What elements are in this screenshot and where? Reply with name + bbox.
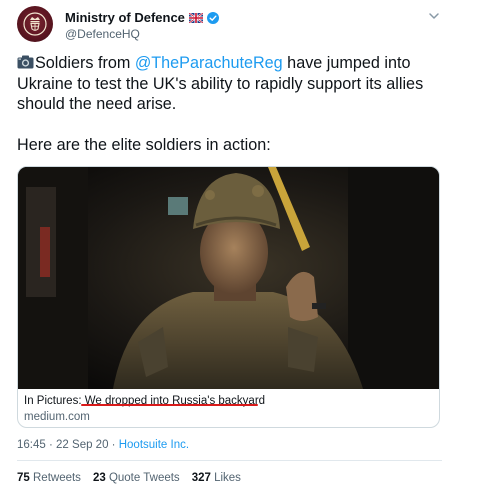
tweet: Ministry of Defence @DefenceHQ Soldiers … bbox=[0, 0, 482, 500]
card-domain: medium.com bbox=[24, 411, 90, 423]
card-image-soldier-photo[interactable] bbox=[18, 167, 440, 389]
tweet-text-before-mention: Soldiers from bbox=[35, 54, 135, 72]
avatar[interactable] bbox=[17, 6, 53, 42]
quote-tweets-stat[interactable]: 23 Quote Tweets bbox=[93, 472, 180, 484]
tweet-source[interactable]: Hootsuite Inc. bbox=[119, 439, 189, 451]
union-jack-flag-icon bbox=[188, 12, 203, 23]
divider bbox=[17, 460, 442, 461]
retweets-count: 75 bbox=[17, 472, 30, 484]
account-name-row: Ministry of Defence bbox=[65, 10, 219, 25]
red-underline-annotation bbox=[81, 404, 258, 406]
tweet-paragraph-1: Soldiers from @TheParachuteReg have jump… bbox=[17, 53, 447, 115]
chevron-down-icon[interactable] bbox=[428, 12, 440, 20]
tweet-time[interactable]: 16:45 bbox=[17, 439, 46, 451]
verified-badge-icon bbox=[206, 11, 219, 24]
display-name[interactable]: Ministry of Defence bbox=[65, 10, 185, 25]
tweet-text: Soldiers from @TheParachuteReg have jump… bbox=[17, 53, 447, 155]
account-handle[interactable]: @DefenceHQ bbox=[65, 27, 140, 41]
tweet-date[interactable]: 22 Sep 20 bbox=[56, 439, 108, 451]
meta-separator: · bbox=[111, 439, 116, 451]
likes-stat[interactable]: 327 Likes bbox=[192, 472, 241, 484]
likes-label: Likes bbox=[214, 472, 241, 484]
likes-count: 327 bbox=[191, 472, 211, 484]
royal-crest-icon bbox=[23, 12, 47, 36]
camera-icon bbox=[17, 55, 34, 69]
tweet-stats: 75 Retweets 23 Quote Tweets 327 Likes bbox=[17, 472, 241, 484]
mention-link[interactable]: @TheParachuteReg bbox=[135, 54, 283, 72]
tweet-paragraph-2: Here are the elite soldiers in action: bbox=[17, 135, 271, 154]
meta-separator: · bbox=[48, 439, 53, 451]
tweet-meta: 16:45 · 22 Sep 20 · Hootsuite Inc. bbox=[17, 439, 189, 451]
retweets-stat[interactable]: 75 Retweets bbox=[17, 472, 81, 484]
link-card[interactable]: In Pictures: We dropped into Russia's ba… bbox=[17, 166, 440, 428]
quote-tweets-label: Quote Tweets bbox=[108, 472, 180, 484]
quote-tweets-count: 23 bbox=[92, 472, 106, 484]
retweets-label: Retweets bbox=[33, 472, 81, 484]
